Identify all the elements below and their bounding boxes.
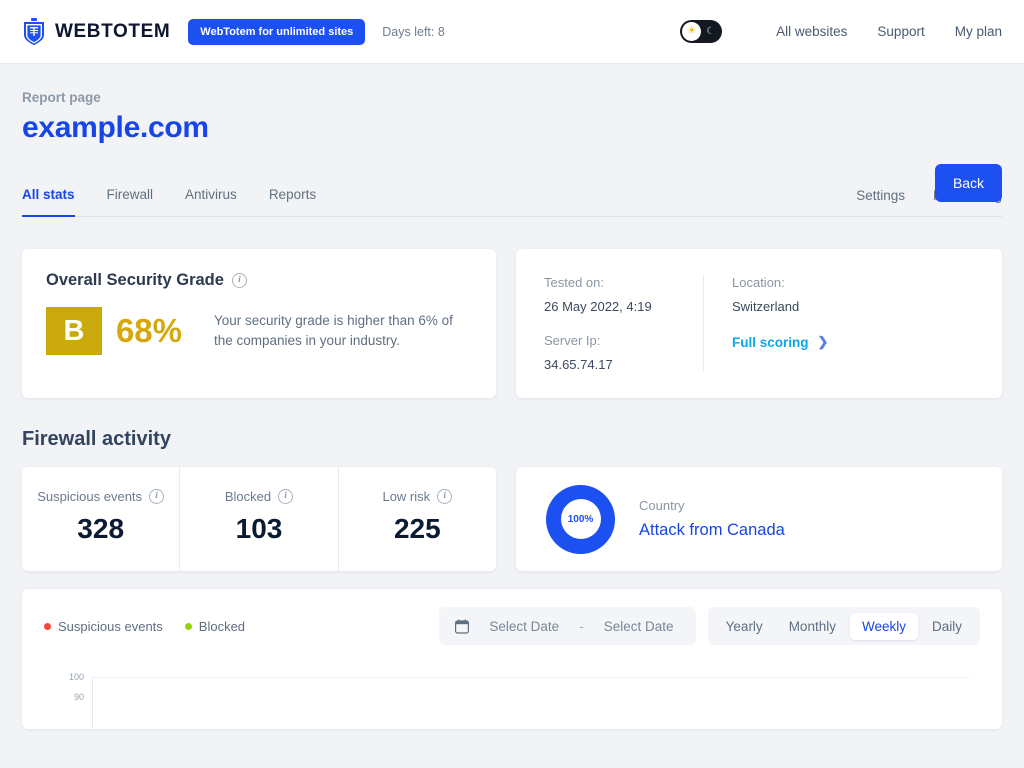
chart-y-axis: 100 90: [58, 673, 84, 713]
firewall-activity-title: Firewall activity: [22, 428, 1002, 451]
brand-logo[interactable]: WEBTOTEM: [22, 18, 170, 46]
calendar-icon: [455, 619, 469, 634]
info-icon[interactable]: i: [232, 273, 247, 288]
legend-label: Suspicious events: [58, 619, 163, 634]
period-weekly[interactable]: Weekly: [850, 613, 918, 640]
location-label: Location:: [732, 275, 828, 290]
stat-label-row: Low risk i: [339, 489, 496, 504]
page-title: example.com: [22, 111, 1002, 145]
stat-suspicious-events: Suspicious events i 328: [22, 467, 180, 571]
chevron-right-icon: ❯: [818, 334, 829, 350]
legend-dot-icon: [44, 623, 51, 630]
stat-label-row: Blocked i: [180, 489, 337, 504]
stat-label: Low risk: [382, 489, 430, 504]
toggle-knob: ☀: [682, 22, 701, 41]
legend-dot-icon: [185, 623, 192, 630]
date-from-field[interactable]: Select Date: [483, 619, 565, 634]
legend-item-suspicious-events[interactable]: Suspicious events: [44, 619, 163, 634]
legend-item-blocked[interactable]: Blocked: [185, 619, 245, 634]
period-yearly[interactable]: Yearly: [714, 613, 775, 640]
tested-on-value: 26 May 2022, 4:19: [544, 299, 675, 314]
brand-name: WEBTOTEM: [55, 21, 170, 43]
y-axis-tick: 100: [58, 673, 84, 693]
chart-plot-frame: [92, 677, 970, 729]
server-ip-label: Server Ip:: [544, 333, 675, 348]
donut-percent-label: 100%: [561, 499, 601, 539]
date-range-separator: -: [579, 619, 583, 634]
stat-value: 328: [22, 513, 179, 545]
stat-blocked: Blocked i 103: [180, 467, 338, 571]
theme-toggle[interactable]: ☾ ☀: [680, 20, 722, 43]
page-header: Report page example.com Back: [0, 64, 1024, 145]
server-ip-value: 34.65.74.17: [544, 357, 675, 372]
firewall-chart-panel: Suspicious events Blocked Select Date - …: [22, 589, 1002, 729]
tab-antivirus[interactable]: Antivirus: [185, 187, 237, 217]
chart-legend: Suspicious events Blocked: [44, 619, 245, 634]
country-info: Country Attack from Canada: [639, 498, 785, 540]
security-grade-title-row: Overall Security Grade i: [46, 271, 472, 290]
period-monthly[interactable]: Monthly: [777, 613, 848, 640]
tab-bar: All stats Firewall Antivirus Reports Set…: [22, 175, 1002, 217]
stat-value: 225: [339, 513, 496, 545]
chart-toolbar: Suspicious events Blocked Select Date - …: [44, 607, 980, 645]
period-daily[interactable]: Daily: [920, 613, 974, 640]
country-donut-chart: 100%: [546, 485, 615, 554]
period-selector: Yearly Monthly Weekly Daily: [708, 607, 980, 645]
date-range-picker[interactable]: Select Date - Select Date: [439, 607, 695, 645]
security-grade-title: Overall Security Grade: [46, 271, 224, 290]
date-to-field[interactable]: Select Date: [598, 619, 680, 634]
scan-meta-right-column: Location: Switzerland Full scoring ❯: [704, 275, 856, 372]
y-axis-tick: 90: [58, 693, 84, 713]
full-scoring-link-label: Full scoring: [732, 335, 809, 350]
tested-on-label: Tested on:: [544, 275, 675, 290]
sun-icon: ☀: [687, 26, 697, 37]
firewall-stats-card: Suspicious events i 328 Blocked i 103 Lo…: [22, 467, 496, 571]
security-grade-body: B 68% Your security grade is higher than…: [46, 307, 472, 355]
country-label: Country: [639, 498, 785, 513]
grade-badge: B: [46, 307, 102, 355]
stat-value: 103: [180, 513, 337, 545]
scan-meta-card: Tested on: 26 May 2022, 4:19 Server Ip: …: [516, 249, 1002, 398]
moon-icon: ☾: [706, 27, 715, 37]
back-button[interactable]: Back: [935, 164, 1002, 202]
tab-action-settings[interactable]: Settings: [856, 188, 905, 216]
location-value: Switzerland: [732, 299, 828, 314]
grade-description: Your security grade is higher than 6% of…: [214, 311, 472, 351]
shield-logo-icon: [22, 18, 46, 46]
tab-all-stats[interactable]: All stats: [22, 187, 75, 217]
breadcrumb: Report page: [22, 90, 1002, 105]
info-icon[interactable]: i: [149, 489, 164, 504]
stat-low-risk: Low risk i 225: [339, 467, 496, 571]
attack-country-card: 100% Country Attack from Canada: [516, 467, 1002, 571]
info-icon[interactable]: i: [278, 489, 293, 504]
country-value[interactable]: Attack from Canada: [639, 521, 785, 540]
security-grade-card: Overall Security Grade i B 68% Your secu…: [22, 249, 496, 398]
legend-label: Blocked: [199, 619, 245, 634]
nav-link-all-websites[interactable]: All websites: [776, 24, 847, 39]
nav-link-my-plan[interactable]: My plan: [955, 24, 1002, 39]
stat-label: Blocked: [225, 489, 271, 504]
stat-label-row: Suspicious events i: [22, 489, 179, 504]
nav-right-group: ☾ ☀ All websites Support My plan: [680, 20, 1002, 43]
days-left-label: Days left: 8: [382, 25, 445, 39]
summary-row: Overall Security Grade i B 68% Your secu…: [22, 249, 1002, 398]
promo-badge[interactable]: WebTotem for unlimited sites: [188, 19, 365, 45]
full-scoring-link[interactable]: Full scoring ❯: [732, 334, 828, 350]
tab-firewall[interactable]: Firewall: [107, 187, 154, 217]
scan-meta-left-column: Tested on: 26 May 2022, 4:19 Server Ip: …: [516, 275, 704, 372]
chart-plot-area: 100 90: [44, 673, 980, 729]
nav-link-support[interactable]: Support: [877, 24, 924, 39]
stat-label: Suspicious events: [37, 489, 142, 504]
info-icon[interactable]: i: [437, 489, 452, 504]
top-navigation-bar: WEBTOTEM WebTotem for unlimited sites Da…: [0, 0, 1024, 64]
grade-percent: 68%: [116, 312, 182, 350]
firewall-stats-row: Suspicious events i 328 Blocked i 103 Lo…: [22, 467, 1002, 571]
tab-reports[interactable]: Reports: [269, 187, 316, 217]
